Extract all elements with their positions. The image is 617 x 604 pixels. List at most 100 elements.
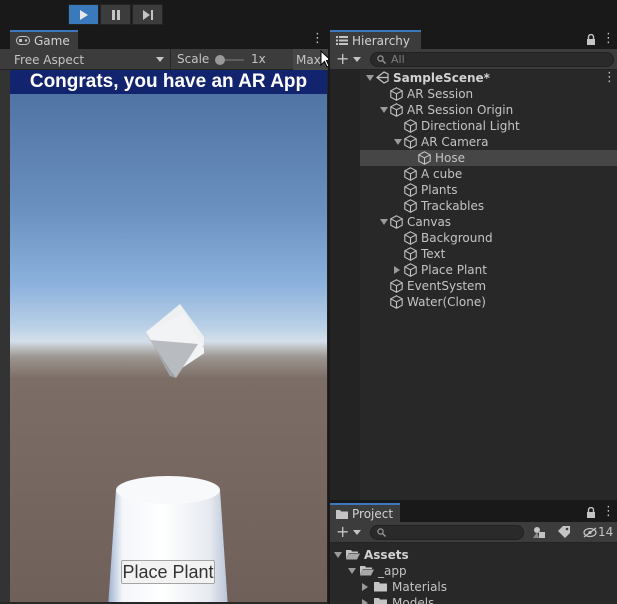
lock-icon[interactable] (586, 34, 596, 45)
hierarchy-item-label: Plants (421, 183, 458, 197)
folder-icon (360, 565, 374, 579)
hierarchy-tabbar: Hierarchy ⋮ (330, 30, 617, 49)
foldout-expanded-icon[interactable] (334, 552, 342, 558)
plus-icon: + (336, 522, 350, 541)
hierarchy-search-placeholder: All (391, 53, 405, 66)
hierarchy-item-label: Hose (435, 151, 465, 165)
folder-icon (346, 549, 360, 563)
hierarchy-item[interactable]: SampleScene* ⋮ (360, 70, 617, 86)
chevron-down-icon (156, 57, 164, 62)
foldout-expanded-icon[interactable] (348, 568, 356, 574)
hierarchy-item[interactable]: Place Plant (360, 262, 617, 278)
hidden-packages-icon[interactable] (583, 527, 597, 538)
project-folder-item[interactable]: Assets (330, 547, 617, 563)
folder-icon (336, 509, 348, 519)
tab-hierarchy-label: Hierarchy (352, 33, 411, 48)
hierarchy-item[interactable]: Plants (360, 182, 617, 198)
project-folder-item[interactable]: _app (330, 563, 617, 579)
tab-hierarchy[interactable]: Hierarchy (330, 30, 421, 49)
game-options-icon[interactable]: ⋮ (311, 32, 324, 45)
hierarchy-item[interactable]: Trackables (360, 198, 617, 214)
foldout-collapsed-icon[interactable] (394, 266, 400, 274)
hierarchy-item-label: SampleScene* (393, 71, 490, 85)
hierarchy-item[interactable]: AR Session (360, 86, 617, 102)
foldout-collapsed-icon[interactable] (362, 583, 368, 591)
aspect-label: Free Aspect (14, 52, 85, 67)
hierarchy-item[interactable]: A cube (360, 166, 617, 182)
scale-slider-handle[interactable] (215, 55, 225, 65)
tab-game-label: Game (34, 33, 70, 48)
search-icon (377, 528, 386, 537)
project-search-input[interactable] (370, 525, 524, 540)
play-icon (79, 9, 88, 20)
scene-options-icon[interactable]: ⋮ (603, 71, 616, 84)
tab-project[interactable]: Project (330, 503, 400, 522)
hierarchy-toolbar: + All (330, 49, 617, 70)
step-icon (142, 9, 153, 20)
place-plant-button[interactable]: Place Plant (121, 560, 215, 584)
scale-label: Scale (177, 52, 210, 66)
chevron-down-icon (353, 529, 362, 535)
hierarchy-item[interactable]: AR Session Origin (360, 102, 617, 118)
hierarchy-gutter (330, 70, 360, 500)
game-controls: Free Aspect Scale 1x Maxi (0, 49, 329, 70)
hierarchy-item[interactable]: AR Camera (360, 134, 617, 150)
foldout-collapsed-icon[interactable] (362, 599, 368, 604)
hierarchy-options-icon[interactable]: ⋮ (602, 32, 615, 45)
divider (170, 49, 171, 70)
hierarchy-item-label: A cube (421, 167, 463, 181)
step-button[interactable] (132, 4, 163, 25)
hierarchy-item[interactable]: Directional Light (360, 118, 617, 134)
play-button[interactable] (68, 4, 99, 25)
hierarchy-item-label: Directional Light (421, 119, 520, 133)
foldout-expanded-icon[interactable] (366, 75, 374, 81)
project-folder-label: Models (392, 596, 435, 604)
folder-icon (374, 581, 388, 595)
foldout-expanded-icon[interactable] (380, 107, 388, 113)
hierarchy-item-label: Trackables (421, 199, 485, 213)
project-folder-label: Materials (392, 580, 448, 594)
hierarchy-item[interactable]: Water(Clone) (360, 294, 617, 310)
project-tabbar: Project ⋮ (330, 503, 617, 522)
hierarchy-search-input[interactable]: All (370, 52, 614, 67)
filter-by-label-icon[interactable] (558, 526, 570, 538)
foldout-expanded-icon[interactable] (380, 219, 388, 225)
project-folder-item[interactable]: Materials (330, 579, 617, 595)
tab-game[interactable]: Game (10, 30, 78, 49)
gamepad-icon (16, 36, 30, 45)
create-dropdown[interactable]: + (336, 51, 362, 67)
game-panel: Game ⋮ Free Aspect Scale 1x Maxi Congrat… (0, 30, 329, 604)
hidden-packages-count: 14 (598, 525, 614, 539)
pause-icon (111, 9, 120, 20)
chevron-down-icon (353, 56, 362, 62)
hierarchy-item-label: AR Session (407, 87, 474, 101)
main-toolbar (0, 0, 617, 30)
scale-value: 1x (251, 52, 266, 66)
project-options-icon[interactable]: ⋮ (602, 505, 615, 518)
pause-button[interactable] (100, 4, 131, 25)
game-viewport[interactable]: Congrats, you have an AR App Place Plant (10, 70, 327, 602)
banner-text: Congrats, you have an AR App (10, 70, 327, 94)
hierarchy-tree: SampleScene* ⋮ AR Session AR Session Origin… (330, 70, 617, 500)
create-dropdown[interactable]: + (336, 522, 362, 541)
cube-object (146, 304, 204, 378)
hierarchy-item-label: Background (421, 231, 493, 245)
hierarchy-item[interactable]: Canvas (360, 214, 617, 230)
unity-scene-icon (376, 71, 389, 87)
hierarchy-item-label: EventSystem (407, 279, 487, 293)
project-panel: Project ⋮ + 14 Assets _app Materials Models (330, 503, 617, 604)
hierarchy-item[interactable]: Hose (360, 150, 617, 166)
lock-icon[interactable] (586, 507, 596, 518)
filter-by-type-icon[interactable] (533, 526, 546, 539)
hierarchy-item-label: Place Plant (421, 263, 487, 277)
project-folder-label: _app (378, 564, 407, 578)
foldout-expanded-icon[interactable] (394, 139, 402, 145)
hierarchy-item[interactable]: EventSystem (360, 278, 617, 294)
aspect-dropdown[interactable]: Free Aspect (10, 49, 168, 70)
hierarchy-item[interactable]: Text (360, 246, 617, 262)
hierarchy-item-label: Text (421, 247, 446, 261)
project-folder-item[interactable]: Models (330, 595, 617, 604)
project-toolbar: + 14 (330, 522, 617, 543)
project-folder-label: Assets (364, 548, 409, 562)
hierarchy-item[interactable]: Background (360, 230, 617, 246)
